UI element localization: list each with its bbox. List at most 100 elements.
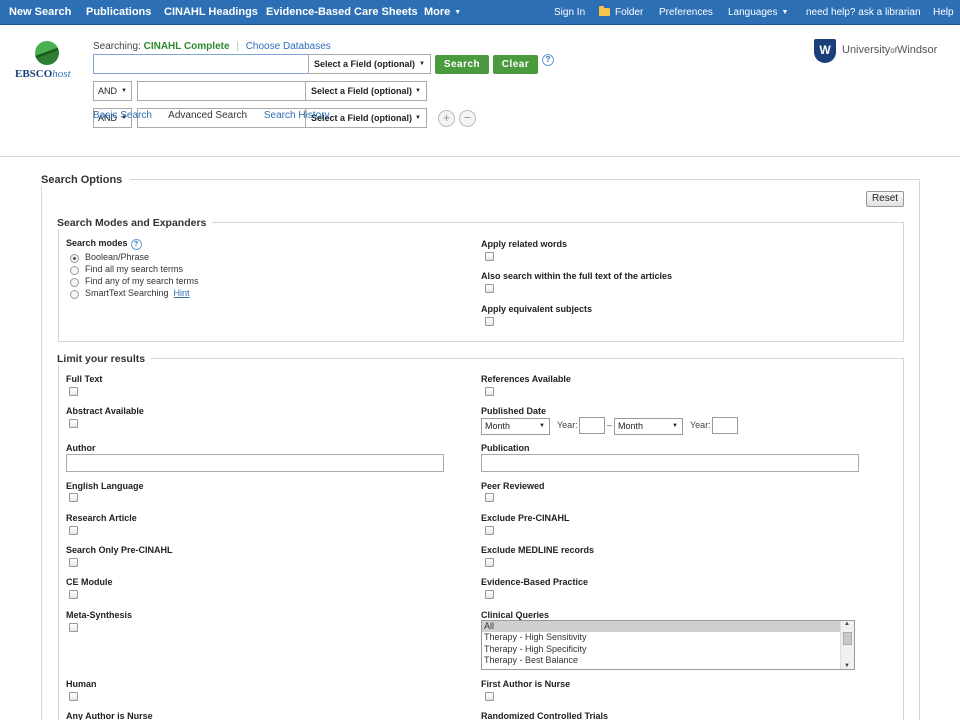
choose-databases-link[interactable]: Choose Databases: [246, 41, 331, 52]
nav-languages[interactable]: Languages ▼: [728, 0, 788, 25]
limit-label: Abstract Available: [66, 406, 144, 416]
scrollbar-thumb[interactable]: [843, 632, 852, 645]
search-input-2[interactable]: [137, 81, 306, 101]
date-range-dash: –: [607, 420, 613, 430]
search-button[interactable]: Search: [435, 55, 489, 74]
list-item[interactable]: Therapy - High Specificity: [482, 644, 840, 655]
ebscohost-logo-text: EBSCOhost: [15, 68, 71, 80]
limit-label: Exclude MEDLINE records: [481, 545, 595, 555]
tab-advanced-search[interactable]: Advanced Search: [168, 110, 247, 121]
mode-label: Find all my search terms: [85, 264, 184, 274]
limit-label: English Language: [66, 481, 144, 491]
published-month-from-select[interactable]: Month ▼: [481, 418, 550, 435]
radio-smarttext[interactable]: [70, 290, 79, 299]
checkbox-ce-module[interactable]: [69, 590, 78, 599]
publication-input[interactable]: [481, 454, 859, 472]
limit-label: Research Article: [66, 513, 137, 523]
search-modes-title: Search Modes and Expanders: [57, 217, 213, 229]
search-type-tabs: Basic Search Advanced Search Search Hist…: [93, 110, 343, 121]
nav-languages-label: Languages: [728, 7, 778, 18]
help-icon[interactable]: ?: [130, 239, 142, 250]
chevron-down-icon: ▼: [415, 115, 421, 121]
published-month-to-select[interactable]: Month ▼: [614, 418, 683, 435]
nav-evidence-based-care-sheets[interactable]: Evidence-Based Care Sheets: [266, 0, 418, 25]
listbox-scrollbar[interactable]: ▲ ▼: [840, 621, 854, 669]
checkbox-full-text[interactable]: [69, 387, 78, 396]
chevron-down-icon: ▼: [454, 9, 462, 16]
hint-link[interactable]: Hint: [174, 288, 190, 298]
nav-cinahl-headings[interactable]: CINAHL Headings: [164, 0, 258, 25]
checkbox-references-available[interactable]: [485, 387, 494, 396]
checkbox-abstract-available[interactable]: [69, 419, 78, 428]
tab-search-history[interactable]: Search History: [264, 110, 330, 121]
year-label: Year:: [690, 420, 711, 430]
limit-label: Peer Reviewed: [481, 481, 545, 491]
search-options-title: Search Options: [41, 174, 131, 186]
nav-help[interactable]: Help: [933, 0, 954, 25]
limit-label: Human: [66, 679, 97, 689]
clear-button[interactable]: Clear: [493, 55, 538, 74]
checkbox-peer-reviewed[interactable]: [485, 493, 494, 502]
help-icon[interactable]: ?: [542, 54, 554, 66]
remove-row-icon[interactable]: −: [459, 110, 476, 127]
field-select-1[interactable]: Select a Field (optional) ▼: [308, 54, 431, 74]
radio-boolean-phrase[interactable]: [70, 254, 79, 263]
mode-label-smarttext: SmartText Searching Hint: [85, 288, 190, 298]
checkbox-search-full-text[interactable]: [485, 284, 494, 293]
limit-label: Published Date: [481, 406, 547, 416]
author-input[interactable]: [66, 454, 444, 472]
expander-label: Apply related words: [481, 239, 568, 249]
university-name: UniversityofWindsor: [842, 44, 938, 56]
published-year-from-input[interactable]: [579, 417, 605, 434]
nav-sign-in[interactable]: Sign In: [554, 0, 585, 25]
published-year-to-input[interactable]: [712, 417, 738, 434]
checkbox-apply-related-words[interactable]: [485, 252, 494, 261]
list-item[interactable]: Therapy - Best Balance: [482, 655, 840, 666]
search-input-1[interactable]: [93, 54, 309, 74]
limit-results-title: Limit your results: [57, 353, 152, 365]
ebsco-globe-icon: [35, 41, 59, 65]
nav-publications[interactable]: Publications: [86, 0, 151, 25]
chevron-down-icon: ▼: [539, 423, 545, 429]
checkbox-exclude-medline[interactable]: [485, 558, 494, 567]
checkbox-evidence-based-practice[interactable]: [485, 590, 494, 599]
limit-label: First Author is Nurse: [481, 679, 571, 689]
limit-label: Author: [66, 443, 96, 453]
chevron-down-icon: ▼: [419, 61, 425, 67]
limit-label: Randomized Controlled Trials: [481, 711, 609, 720]
chevron-down-icon: ▼: [672, 423, 678, 429]
checkbox-first-author-nurse[interactable]: [485, 692, 494, 701]
field-select-2[interactable]: Select a Field (optional) ▼: [305, 81, 427, 101]
chevron-down-icon: ▼: [781, 9, 789, 16]
checkbox-english-language[interactable]: [69, 493, 78, 502]
nav-preferences[interactable]: Preferences: [659, 0, 713, 25]
nav-ask-librarian[interactable]: need help? ask a librarian: [806, 0, 921, 25]
scroll-up-icon[interactable]: ▲: [844, 621, 850, 627]
checkbox-meta-synthesis[interactable]: [69, 623, 78, 632]
radio-find-all-terms[interactable]: [70, 266, 79, 275]
checkbox-search-only-pre-cinahl[interactable]: [69, 558, 78, 567]
checkbox-apply-equivalent-subjects[interactable]: [485, 317, 494, 326]
list-item[interactable]: All: [482, 621, 840, 633]
add-row-icon[interactable]: +: [438, 110, 455, 127]
boolean-operator-select-2[interactable]: AND ▼: [93, 81, 132, 101]
list-item[interactable]: Therapy - High Sensitivity: [482, 632, 840, 643]
expander-label: Apply equivalent subjects: [481, 304, 593, 314]
limit-label: Clinical Queries: [481, 610, 550, 620]
nav-more[interactable]: More ▼: [424, 0, 461, 25]
mode-label: Find any of my search terms: [85, 276, 199, 286]
clinical-queries-listbox[interactable]: All Therapy - High Sensitivity Therapy -…: [481, 620, 855, 670]
reset-button[interactable]: Reset: [866, 191, 904, 207]
checkbox-exclude-pre-cinahl[interactable]: [485, 526, 494, 535]
checkbox-research-article[interactable]: [69, 526, 78, 535]
nav-folder[interactable]: Folder: [599, 0, 643, 25]
selected-database: CINAHL Complete: [143, 41, 230, 52]
limit-label: Meta-Synthesis: [66, 610, 133, 620]
tab-basic-search[interactable]: Basic Search: [93, 110, 152, 121]
checkbox-human[interactable]: [69, 692, 78, 701]
nav-new-search[interactable]: New Search: [9, 0, 71, 25]
ebscohost-logo[interactable]: EBSCOhost: [15, 41, 81, 83]
radio-find-any-terms[interactable]: [70, 278, 79, 287]
university-logo: W UniversityofWindsor: [814, 39, 954, 65]
scroll-down-icon[interactable]: ▼: [844, 663, 850, 669]
